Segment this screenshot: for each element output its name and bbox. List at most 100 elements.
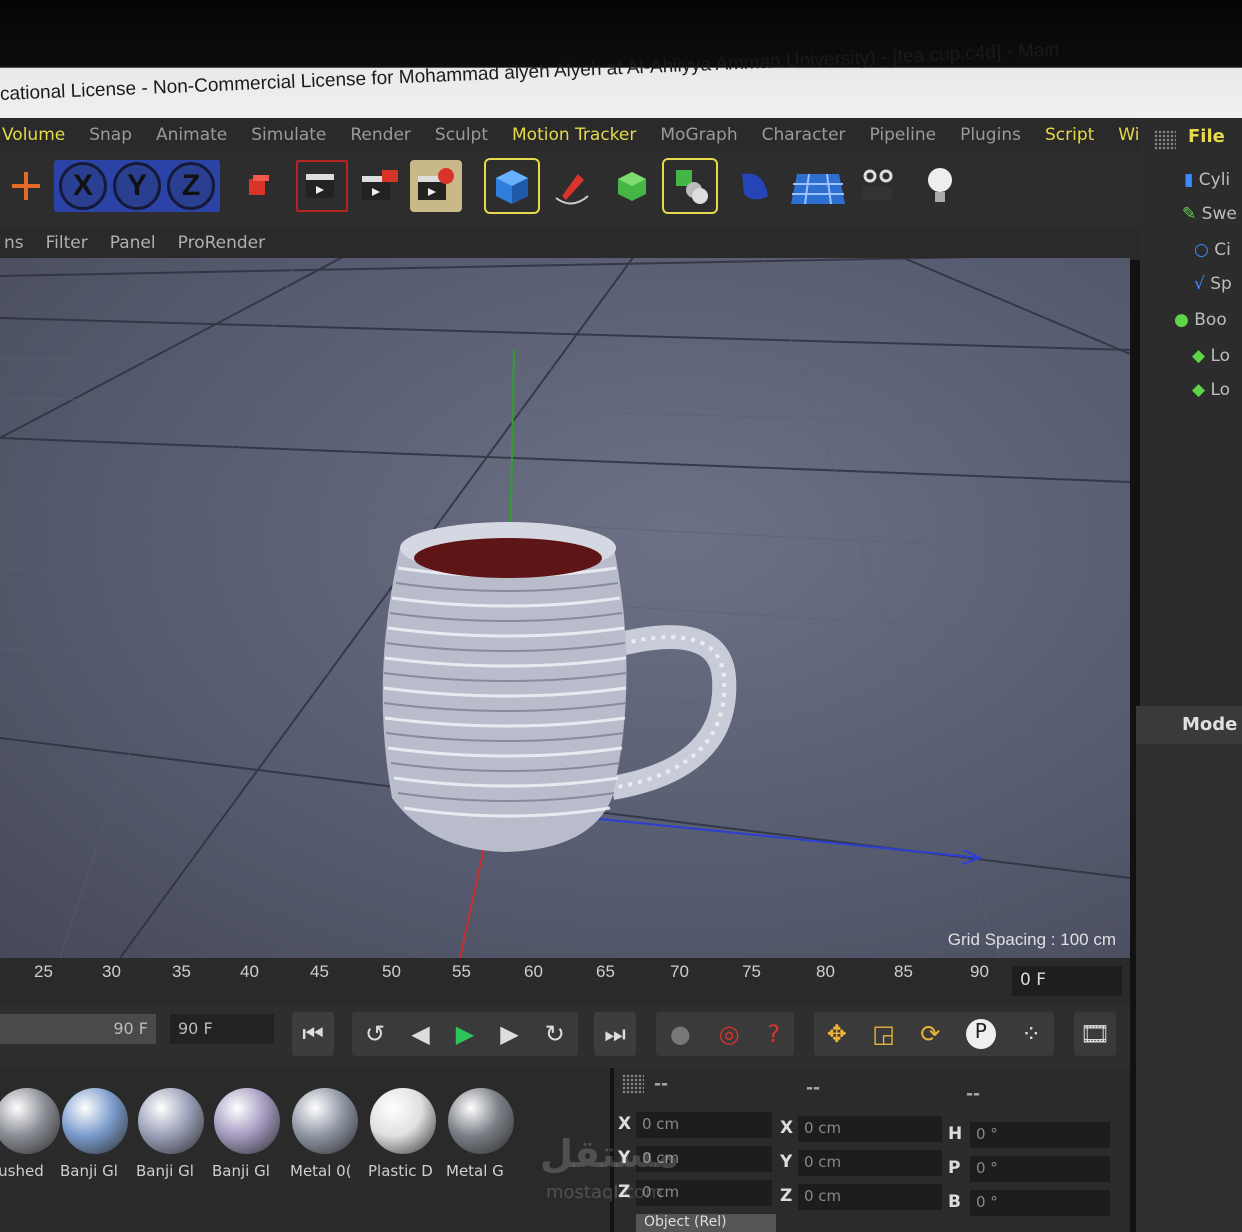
axis-x-button[interactable]: X: [59, 162, 107, 210]
point-level-animation-icon[interactable]: ⁘: [1021, 1020, 1041, 1048]
menu-script[interactable]: Script: [1045, 125, 1094, 145]
tree-item-label: Sp: [1210, 274, 1232, 294]
attribute-manager-menu-mode[interactable]: Mode: [1136, 706, 1242, 744]
material-swatch[interactable]: Metal G: [446, 1088, 516, 1188]
next-frame-icon[interactable]: ▶: [500, 1020, 518, 1048]
menu-render[interactable]: Render: [350, 125, 411, 145]
material-preview: [292, 1088, 358, 1154]
array-icon[interactable]: [662, 158, 718, 214]
3d-viewport[interactable]: Grid Spacing : 100 cm: [0, 258, 1130, 958]
render-picture-queue-icon[interactable]: [354, 160, 406, 212]
pen-icon[interactable]: [546, 160, 598, 212]
menu-snap[interactable]: Snap: [89, 125, 132, 145]
rot-b-field[interactable]: 0 °: [970, 1190, 1110, 1216]
material-label: Banji Gl: [212, 1162, 270, 1180]
material-preview: [370, 1088, 436, 1154]
menu-plugins[interactable]: Plugins: [960, 125, 1021, 145]
rot-p-field[interactable]: 0 °: [970, 1156, 1110, 1182]
previous-frame-icon[interactable]: ◀: [411, 1020, 429, 1048]
axis-lock-group: X Y Z: [54, 160, 220, 212]
menu-animate[interactable]: Animate: [156, 125, 227, 145]
timeline-ruler[interactable]: 25 30 35 40 45 50 55 60 65 70 75 80 85 9…: [0, 958, 1130, 1004]
material-swatch[interactable]: Banji Gl: [60, 1088, 130, 1188]
timeline-tick: 90: [970, 962, 989, 981]
sweep-icon: ✎: [1182, 204, 1197, 224]
view-menu-prorender[interactable]: ProRender: [178, 233, 266, 253]
coordinate-system-icon[interactable]: [232, 160, 284, 212]
tree-item-cylinder[interactable]: ▮ Cyli: [1184, 170, 1230, 190]
menu-simulate[interactable]: Simulate: [251, 125, 326, 145]
cube-icon[interactable]: [484, 158, 540, 214]
next-key-icon[interactable]: ↻: [545, 1020, 565, 1048]
coordinate-mode-dropdown[interactable]: Object (Rel): [636, 1214, 776, 1232]
rot-h-label: H: [948, 1124, 963, 1144]
autokey-icon[interactable]: ◎: [719, 1020, 740, 1048]
keyframe-controls: ● ◎ ?: [656, 1012, 794, 1056]
viewport-scene: [0, 258, 1130, 958]
render-settings-icon[interactable]: [410, 160, 462, 212]
object-manager-menu-file[interactable]: File: [1140, 122, 1242, 156]
rot-b-label: B: [948, 1192, 961, 1212]
menu-volume[interactable]: Volume: [2, 125, 65, 145]
tree-item-label: Ci: [1214, 240, 1231, 260]
material-swatch[interactable]: Metal 0(: [290, 1088, 360, 1188]
preview-end-field[interactable]: 90 F: [170, 1014, 274, 1044]
floor-icon[interactable]: [788, 160, 848, 212]
render-view-icon[interactable]: [296, 160, 348, 212]
light-icon[interactable]: [914, 160, 966, 212]
move-icon[interactable]: [0, 160, 52, 212]
playback-controls: ↺ ◀ ▶ ▶ ↻: [352, 1012, 578, 1056]
panel-grip-icon: [622, 1074, 644, 1094]
menu-character[interactable]: Character: [762, 125, 846, 145]
tree-item-spline[interactable]: √ Sp: [1194, 274, 1232, 294]
tree-item-lathe[interactable]: ◆ Lo: [1192, 346, 1230, 366]
size-y-field[interactable]: 0 cm: [798, 1150, 942, 1176]
menu-mograph[interactable]: MoGraph: [660, 125, 737, 145]
size-y-label: Y: [780, 1152, 793, 1172]
view-menu-cameras[interactable]: ns: [4, 233, 24, 253]
record-key-icon[interactable]: ●: [670, 1020, 691, 1048]
play-icon[interactable]: ▶: [456, 1020, 474, 1048]
tree-item-boole[interactable]: ● Boo: [1174, 310, 1227, 330]
menu-pipeline[interactable]: Pipeline: [870, 125, 937, 145]
rot-h-field[interactable]: 0 °: [970, 1122, 1110, 1148]
tree-item-sweep[interactable]: ✎ Swe: [1182, 204, 1237, 224]
tree-item-lathe[interactable]: ◆ Lo: [1192, 380, 1230, 400]
pos-x-label: X: [618, 1114, 632, 1134]
material-swatch[interactable]: Banji Gl: [212, 1088, 282, 1188]
material-preview: [0, 1088, 60, 1154]
rotation-key-icon[interactable]: ⟳: [920, 1020, 940, 1048]
circle-spline-icon: ○: [1194, 240, 1209, 260]
material-swatch[interactable]: Plastic D: [368, 1088, 438, 1188]
go-to-end-icon[interactable]: ⏭: [594, 1012, 636, 1056]
view-menu-panel[interactable]: Panel: [110, 233, 156, 253]
size-z-field[interactable]: 0 cm: [798, 1184, 942, 1210]
keyframe-selection-icon[interactable]: ?: [767, 1020, 780, 1048]
subdivision-icon[interactable]: [606, 160, 658, 212]
material-swatch[interactable]: Banji Gl: [136, 1088, 206, 1188]
preview-start-field[interactable]: 90 F: [0, 1014, 156, 1044]
axis-y-button[interactable]: Y: [113, 162, 161, 210]
material-swatch[interactable]: rushed: [0, 1088, 62, 1188]
timeline-tick: 50: [382, 962, 401, 981]
axis-z-button[interactable]: Z: [167, 162, 215, 210]
previous-key-icon[interactable]: ↺: [365, 1020, 385, 1048]
lathe-icon: ◆: [1192, 346, 1206, 366]
timeline-tick: 65: [596, 962, 615, 981]
material-manager: rushed Banji Gl Banji Gl Banji Gl Metal …: [0, 1068, 610, 1232]
view-menu-filter[interactable]: Filter: [46, 233, 88, 253]
menu-motion-tracker[interactable]: Motion Tracker: [512, 125, 636, 145]
tree-item-circle[interactable]: ○ Ci: [1194, 240, 1231, 260]
parameter-key-icon[interactable]: P: [965, 1019, 996, 1049]
position-key-icon[interactable]: ✥: [827, 1020, 847, 1048]
current-frame-field[interactable]: 0 F: [1012, 966, 1122, 996]
timeline-window-icon[interactable]: 🎞: [1074, 1012, 1116, 1056]
viewport-menu: ns Filter Panel ProRender: [0, 226, 1140, 260]
scale-key-icon[interactable]: ◲: [872, 1020, 895, 1048]
window-titlebar: cational License - Non-Commercial Licens…: [0, 0, 1242, 122]
menu-sculpt[interactable]: Sculpt: [435, 125, 488, 145]
go-to-start-icon[interactable]: ⏮: [292, 1012, 334, 1056]
deformer-icon[interactable]: [728, 160, 780, 212]
camera-icon[interactable]: [852, 160, 904, 212]
size-x-field[interactable]: 0 cm: [798, 1116, 942, 1142]
